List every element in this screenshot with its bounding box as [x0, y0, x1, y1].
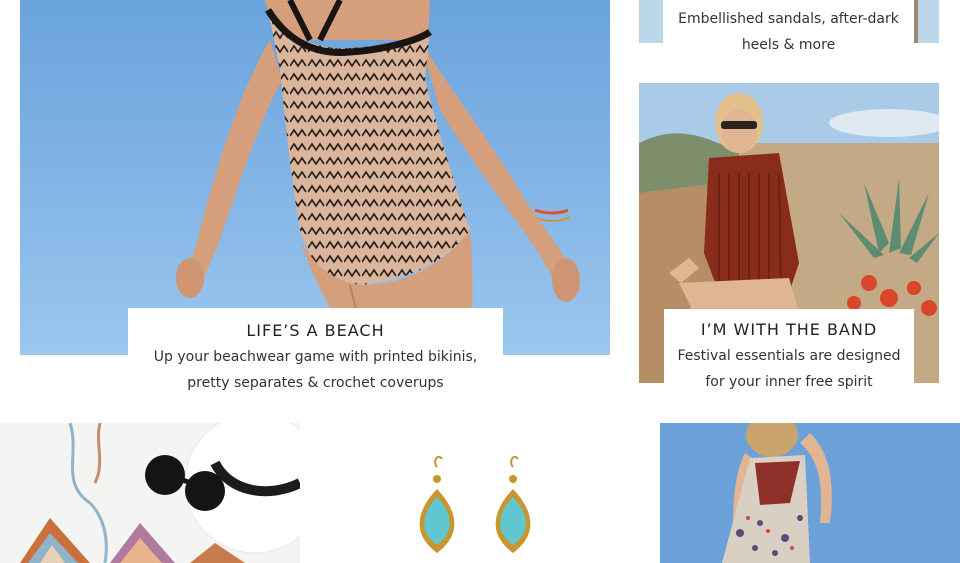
dress-promo-image[interactable] [660, 423, 960, 563]
bikini-flatlay-illustration [0, 423, 300, 563]
swimwear-title[interactable]: LIFE’S A BEACH [128, 321, 503, 340]
swimwear-caption[interactable]: LIFE’S A BEACH Up your beachwear game wi… [128, 308, 503, 398]
festival-caption[interactable]: I’M WITH THE BAND Festival essentials ar… [664, 309, 914, 401]
swimwear-subtitle-line2: pretty separates & crochet coverups [187, 375, 444, 391]
earrings-product-image[interactable] [320, 423, 620, 563]
festival-subtitle: Festival essentials are designed for you… [664, 343, 914, 395]
earrings-illustration [320, 423, 620, 563]
festival-subtitle-line2: for your inner free spirit [705, 374, 873, 390]
swimwear-subtitle-line1: Up your beachwear game with printed biki… [153, 349, 478, 365]
sandals-subtitle-line2: heels & more [741, 37, 836, 53]
bikini-flatlay-image[interactable] [0, 423, 300, 563]
festival-subtitle-line1: Festival essentials are designed [677, 348, 901, 364]
swimwear-model-illustration [176, 0, 580, 355]
dress-model-illustration [660, 423, 960, 563]
sandals-caption[interactable]: Embellished sandals, after-dark heels & … [663, 0, 914, 63]
swimwear-promo-image[interactable] [20, 0, 610, 355]
sandals-subtitle: Embellished sandals, after-dark heels & … [663, 6, 914, 58]
swimwear-subtitle: Up your beachwear game with printed biki… [128, 344, 503, 396]
sandals-subtitle-line1: Embellished sandals, after-dark [678, 11, 899, 27]
festival-title[interactable]: I’M WITH THE BAND [664, 320, 914, 339]
